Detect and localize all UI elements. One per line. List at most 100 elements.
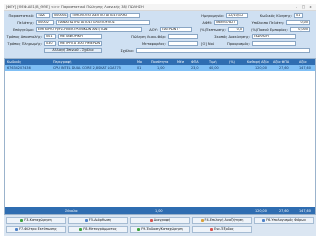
customer-name-field[interactable]: ΠΑΝΑΓΙΩΤΗΣ ΑΠΟΣΤΟΛΟΠΟΥΛΟΣ <box>56 20 150 25</box>
delete-button[interactable]: Διαγραφή <box>130 217 190 224</box>
grid-totals-row: Σύνολο: 1,00 120,00 27,60 147,60 <box>5 207 315 214</box>
cell-net: 120,00 <box>255 66 267 70</box>
search-icon <box>200 218 204 222</box>
seller-label: Πώληση Λιανι-Φόρ: <box>131 35 166 39</box>
afm-field[interactable]: 068937827 <box>214 20 238 25</box>
col-quantity[interactable]: Ποσότητα <box>151 60 168 64</box>
doc-type-field[interactable]: ΤΙΜΟΛΟΓΙΟ ΔΕΛΤΙΟ ΑΠΟΣΤΟΛΗΣ <box>70 13 140 18</box>
f8-transcribe-button[interactable]: F8-Μεταγράμματος <box>68 226 128 233</box>
cell-price: 40,00 <box>209 66 219 70</box>
totals-quantity: 1,00 <box>155 208 163 213</box>
doc-label: Παραστατικό: <box>8 14 34 18</box>
discount-amount-label: (%)Ποσού Εμπορίας: <box>251 28 288 32</box>
f8-label: F8-Μεταγράμματος <box>83 227 117 231</box>
f6-tax-button[interactable]: F6-Υπολογισμός Φόρων <box>254 217 314 224</box>
transport-label: Μεταφορέας: <box>141 42 166 46</box>
f9-label: F9-Έκδοση/Καταχώρηση <box>141 227 183 231</box>
comments-button[interactable]: Αλλαγή Σπινιού - Σχόλια <box>44 48 102 53</box>
filter-icon <box>15 227 19 231</box>
payment-method-field[interactable]: ΜΕΤΡΗΤΑ 30Ο ΗΜΕΡΩΝ <box>58 41 102 46</box>
col-value[interactable]: Αξία <box>299 60 307 64</box>
job-field[interactable]: ΕΜΠΟΡΙΟ Η/ΥΣ-ΗΛΕΚΤΡΟΝΙΚΩΝ ΑΝΤ/ΤΩΝ <box>36 27 142 32</box>
cell-value: 147,60 <box>299 66 311 70</box>
doc-number-field[interactable]: 000001 <box>52 13 68 18</box>
minimize-button[interactable]: - <box>294 5 299 9</box>
items-grid[interactable]: Κωδικός Περιγραφή Μο Ποσότητα Μέσ ΦΠΑ Τι… <box>4 58 316 215</box>
delete-icon <box>149 218 153 222</box>
f5-label: F5-Διόρθωση <box>88 218 112 222</box>
discount-field[interactable]: 0,0 <box>228 27 244 32</box>
doc-code-field[interactable]: ΤΔΑ <box>36 13 50 18</box>
esc-exit-button[interactable]: Esc-Έξοδος <box>192 226 252 233</box>
edit-icon <box>84 218 88 222</box>
cell-description: CPU INTEL DUAL CORE 2,8SKAT LGA775 <box>53 66 121 70</box>
col-net[interactable]: Καθαρή Αξία <box>247 60 269 64</box>
ship-label: Τρόπος Αποστολής: <box>6 35 42 39</box>
transfer-icon <box>79 227 83 231</box>
comments-field[interactable] <box>136 48 310 53</box>
f5-edit-button[interactable]: F5-Διόρθωση <box>68 217 128 224</box>
ship-method-field[interactable]: ΜΕΤΑΦΟΡΙΚΗ <box>58 34 102 39</box>
cell-quantity: 1,00 <box>157 66 165 70</box>
destination-label: Προορισμός: <box>227 42 250 46</box>
maximize-button[interactable]: □ <box>301 5 306 9</box>
destination-field[interactable] <box>252 41 296 46</box>
totals-value: 147,60 <box>299 208 311 213</box>
doy-field[interactable]: ΠΑΤΡΩΝ Γ' <box>160 27 192 32</box>
payment-code-field[interactable]: 030 <box>44 41 56 46</box>
f4-search-button[interactable]: F4-Επιλογή Αναζήτηση <box>192 217 252 224</box>
save-icon <box>20 218 24 222</box>
cell-vat-value: 27,60 <box>279 66 289 70</box>
totals-vat: 27,60 <box>279 208 289 213</box>
doy-label: ΔΟΥ: <box>149 28 158 32</box>
totals-label: Σύνολο: <box>65 208 79 213</box>
calculator-icon <box>262 218 266 222</box>
col-vat[interactable]: ΦΠΑ <box>191 60 199 64</box>
col-code[interactable]: Κωδικός <box>7 60 21 64</box>
window-title: [ΦΕΥ] [ΘΕΦ-ΑΕ1/Β_ΘΘΕ] <>> Παραστατικό Πώ… <box>6 5 144 9</box>
esc-label: Esc-Έξοδος <box>214 227 234 231</box>
f3-label: F3-Καταχώρηση <box>24 218 52 222</box>
col-vat-value[interactable]: Αξία ΦΠΑ <box>273 60 289 64</box>
seller-field[interactable] <box>168 34 198 39</box>
f4-label: F4-Επιλογή Αναζήτηση <box>204 218 244 222</box>
balance-field[interactable]: 0,00 <box>286 20 310 25</box>
f3-save-button[interactable]: F3-Καταχώρηση <box>6 217 66 224</box>
document-header-form: Παραστατικό: ΤΔΑ 000001 ΤΙΜΟΛΟΓΙΟ ΔΕΛΤΙΟ… <box>4 11 316 58</box>
table-row[interactable]: 67634207436 CPU INTEL DUAL CORE 2,8SKAT … <box>5 65 315 71</box>
exit-icon <box>210 227 214 231</box>
cell-code: 67634207436 <box>7 66 31 70</box>
reason-field[interactable]: ΠΩΛΗΣΗ <box>252 34 296 39</box>
job-label: Επάγγελμα: <box>13 28 34 32</box>
col-price[interactable]: Τιμή <box>209 60 217 64</box>
movement-label: Κωδικός Κίνησης: <box>259 14 292 18</box>
ship-code-field[interactable]: 001 <box>44 34 56 39</box>
f6-label: F6-Υπολογισμός Φόρων <box>266 218 306 222</box>
movement-field[interactable]: 01 <box>294 13 303 18</box>
col-unit[interactable]: Μο <box>137 60 142 64</box>
afm-label: ΑΦΜ: <box>202 21 212 25</box>
function-keys-bar: F3-Καταχώρηση F5-Διόρθωση Διαγραφή F4-Επ… <box>4 215 316 236</box>
customer-code-field[interactable]: 00002 <box>36 20 54 25</box>
cell-unit: 01 <box>137 66 142 70</box>
f7-print-filter-button[interactable]: F7-Φίλτρο Εκτύπωσης <box>6 226 66 233</box>
transport-field[interactable] <box>168 41 198 46</box>
app-window: [ΦΕΥ] [ΘΕΦ-ΑΕ1/Β_ΘΘΕ] <>> Παραστατικό Πώ… <box>0 0 320 240</box>
discount-amount-field[interactable]: 0,000 <box>290 27 310 32</box>
comments-label: Σχόλια: <box>120 49 134 53</box>
no-label: [Ο] Νοί <box>201 42 214 46</box>
discount-label: (%)Έκπτωσης: <box>199 28 226 32</box>
col-description[interactable]: Περιγραφή <box>53 60 71 64</box>
f7-label: F7-Φίλτρο Εκτύπωσης <box>19 227 57 231</box>
date-field[interactable]: 12/10/12 <box>226 13 248 18</box>
date-label: Ημερομηνία: <box>201 14 224 18</box>
delete-label: Διαγραφή <box>153 218 171 222</box>
f9-issue-button[interactable]: F9-Έκδοση/Καταχώρηση <box>130 226 190 233</box>
customer-label: Πελάτης: <box>17 21 34 25</box>
col-percent[interactable]: (%) <box>229 60 235 64</box>
print-icon <box>137 227 141 231</box>
close-button[interactable]: x <box>308 5 313 9</box>
cell-vat: 23,0 <box>191 66 199 70</box>
title-bar: [ΦΕΥ] [ΘΕΦ-ΑΕ1/Β_ΘΘΕ] <>> Παραστατικό Πώ… <box>4 4 316 11</box>
col-measure[interactable]: Μέσ <box>177 60 184 64</box>
